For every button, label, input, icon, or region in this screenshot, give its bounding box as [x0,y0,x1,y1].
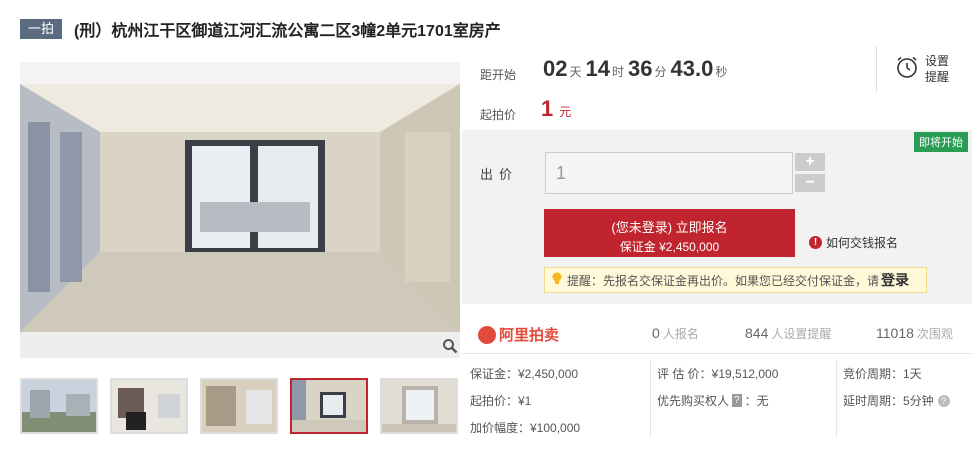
thumbnail-strip [20,378,470,434]
ali-auction-logo: 阿里拍卖 [478,324,559,345]
priority-buyer-info: 优先购买权人? ：无 [657,393,769,408]
countdown-minutes-unit: 分 [654,65,667,79]
thumbnail[interactable] [200,378,278,434]
start-price: 1 元 [541,96,571,122]
countdown-label: 距开始 [480,68,517,82]
thumbnail-active[interactable] [290,378,368,434]
how-to-pay-label: 如何交钱报名 [826,236,899,250]
start-price-unit: 元 [559,105,572,119]
extension-info: 延时周期：5分钟? [843,387,970,414]
priority-help-icon[interactable]: ? [732,394,742,407]
zoom-icon[interactable] [440,336,460,356]
tip-text: 提醒：先报名交保证金再出价。如果您已经交付保证金，请 [567,273,880,288]
status-badge: 即将开始 [914,132,968,152]
how-to-pay-link[interactable]: ! 如何交钱报名 [809,234,898,251]
title-bar: 一拍 (刑）杭州江干区御道江河汇流公寓二区3幢2单元1701室房产 [20,18,501,40]
signup-button-label: (您未登录) 立即报名 [611,220,728,235]
reminder-label-2: 提醒 [925,70,950,84]
login-link[interactable]: 登录 [881,270,909,290]
appraisal-info: 评 估 价：¥19,512,000 [657,366,779,381]
countdown-days: 02 [543,56,568,81]
increase-bid-button[interactable]: + [795,153,825,171]
start-price-info: 起拍价：¥1 [470,393,532,408]
decrease-bid-button[interactable]: − [795,174,825,192]
start-price-label: 起拍价 [480,108,517,122]
lightbulb-icon [551,272,563,289]
auction-details: 保证金：¥2,450,000 起拍价：¥1 加价幅度：¥100,000 评 估 … [462,360,972,440]
page-title: (刑）杭州江干区御道江河汇流公寓二区3幢2单元1701室房产 [74,23,501,40]
help-icon[interactable]: ? [937,394,950,407]
countdown-days-unit: 天 [569,65,582,79]
countdown-seconds-unit: 秒 [715,65,728,79]
info-icon: ! [809,236,822,249]
bid-panel: 即将开始 出价 + − (您未登录) 立即报名 保证金 ¥2,450,000 !… [462,130,972,304]
reminder-label-1: 设置 [925,54,950,68]
deposit-info: 保证金：¥2,450,000 [470,366,579,381]
alarm-clock-icon [895,55,919,84]
thumbnail[interactable] [20,378,98,434]
signup-deposit-label: 保证金 ¥2,450,000 [619,240,720,254]
set-reminder-button[interactable]: 设置 提醒 [876,46,972,92]
thumbnail[interactable] [380,378,458,434]
countdown-timer: 02 天 14 时 36 分 43.0 秒 [543,56,731,82]
countdown-minutes: 36 [628,56,653,81]
signup-count: 0 人报名 [652,325,699,341]
reminder-count: 844 人设置提醒 [745,325,832,341]
bid-cycle-info: 竞价周期：1天 [843,366,922,381]
thumbnail[interactable] [110,378,188,434]
platform-name: 阿里拍卖 [499,327,560,344]
ali-logo-icon [478,325,496,344]
bid-label: 出价 [480,167,519,182]
view-count: 11018 次围观 [876,325,953,341]
countdown-hours-unit: 时 [611,65,624,79]
tip-bar: 提醒：先报名交保证金再出价。如果您已经交付保证金，请 登录 [544,267,927,293]
round-badge: 一拍 [20,19,63,39]
stats-row: 阿里拍卖 0 人报名 844 人设置提醒 11018 次围观 [462,312,972,354]
main-property-photo[interactable] [20,62,460,358]
countdown-hours: 14 [585,56,610,81]
increment-info: 加价幅度：¥100,000 [470,420,581,435]
bid-amount-input[interactable] [545,152,793,194]
start-price-value: 1 [541,96,554,121]
signup-button[interactable]: (您未登录) 立即报名 保证金 ¥2,450,000 [544,209,795,257]
countdown-seconds: 43.0 [670,56,714,81]
